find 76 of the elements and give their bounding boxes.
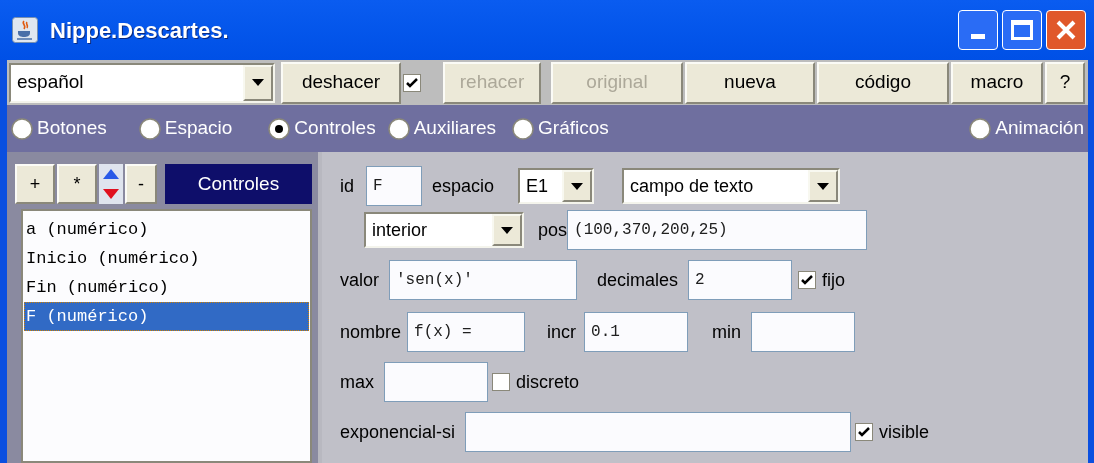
toolbar-button[interactable]: código [817,61,949,104]
field-label: max [340,370,374,394]
section-radio[interactable]: Controles [268,114,376,143]
panel-title: Controles [165,164,312,204]
checkbox-label: visible [879,420,930,444]
field-label: pos [538,218,568,242]
minimize-icon [971,34,985,39]
close-button[interactable] [1046,10,1086,50]
minimize-button[interactable] [958,10,998,50]
field-label: valor [340,268,379,292]
section-radio[interactable]: Gráficos [512,114,609,143]
toolbar-button[interactable]: macro [951,61,1043,104]
move-down-button[interactable] [99,184,123,204]
check-icon [858,427,871,437]
checkbox[interactable] [798,271,817,289]
field-label: nombre [340,320,402,344]
text-field[interactable] [465,412,852,452]
section-radio[interactable]: Animación [969,114,1084,143]
close-icon [1055,19,1077,41]
language-dropdown[interactable]: español [9,62,275,103]
caret-icon [571,182,584,190]
text-field[interactable]: 2 [688,260,793,300]
toolbar-button[interactable]: ? [1045,61,1085,104]
dropdown-arrow-button[interactable] [243,64,273,101]
dropdown-arrow-button[interactable] [492,214,522,246]
text-field[interactable] [384,362,488,402]
field-label: id [340,174,354,198]
field-label: exponencial-si [340,420,456,444]
dropdown-value: campo de texto [629,174,755,198]
text-field[interactable]: F [366,166,422,206]
checkbox-label: fijo [822,268,846,292]
maximize-icon [1011,20,1033,40]
text-field[interactable]: (100,370,200,25) [567,210,868,250]
field-label: decimales [597,268,679,292]
field-label: espacio [432,174,495,198]
move-up-button[interactable] [99,164,123,184]
text-field[interactable]: 'sen(x)' [389,260,577,300]
down-triangle-icon [103,189,119,199]
up-triangle-icon [103,169,119,179]
checkbox[interactable] [855,423,874,441]
java-cup-icon [12,17,38,43]
maximize-button[interactable] [1002,10,1042,50]
list-tool-button[interactable]: * [57,164,97,204]
field-label: min [712,320,742,344]
caret-icon [817,182,830,190]
toolbar-button[interactable]: nueva [685,61,815,104]
list-item[interactable]: F (numérico) [24,302,309,331]
checkbox-label: discreto [516,370,580,394]
dropdown-value: español [16,70,85,95]
list-tool-button[interactable]: - [125,164,157,204]
dropdown-value: interior [371,218,429,242]
dropdown-arrow-button[interactable] [808,170,839,202]
section-radio[interactable]: Botones [11,114,107,143]
checkbox[interactable] [492,373,510,391]
checkbox[interactable] [403,73,421,92]
dropdown-value: E1 [525,174,550,198]
list-item[interactable]: a (numérico) [24,215,309,244]
check-icon [406,77,418,88]
dropdown[interactable]: E1 [518,168,595,204]
list-tool-button[interactable]: + [15,164,55,204]
text-field[interactable]: f(x) = [407,312,526,352]
dropdown[interactable]: campo de texto [622,168,841,204]
dropdown[interactable]: interior [364,212,524,248]
text-field[interactable] [751,312,856,352]
list-item[interactable]: Inicio (numérico) [24,244,309,273]
field-label: incr [547,320,577,344]
section-radio[interactable]: Espacio [138,114,233,143]
section-radio[interactable]: Auxiliares [387,114,497,143]
text-field[interactable]: 0.1 [584,312,689,352]
window-title: Nippe.Descartes. [50,16,229,45]
caret-icon [501,226,513,234]
caret-icon [252,79,264,86]
list-item[interactable]: Fin (numérico) [24,273,309,302]
check-icon [801,275,814,285]
dropdown-arrow-button[interactable] [562,170,593,202]
toolbar-button[interactable]: deshacer [281,61,401,104]
